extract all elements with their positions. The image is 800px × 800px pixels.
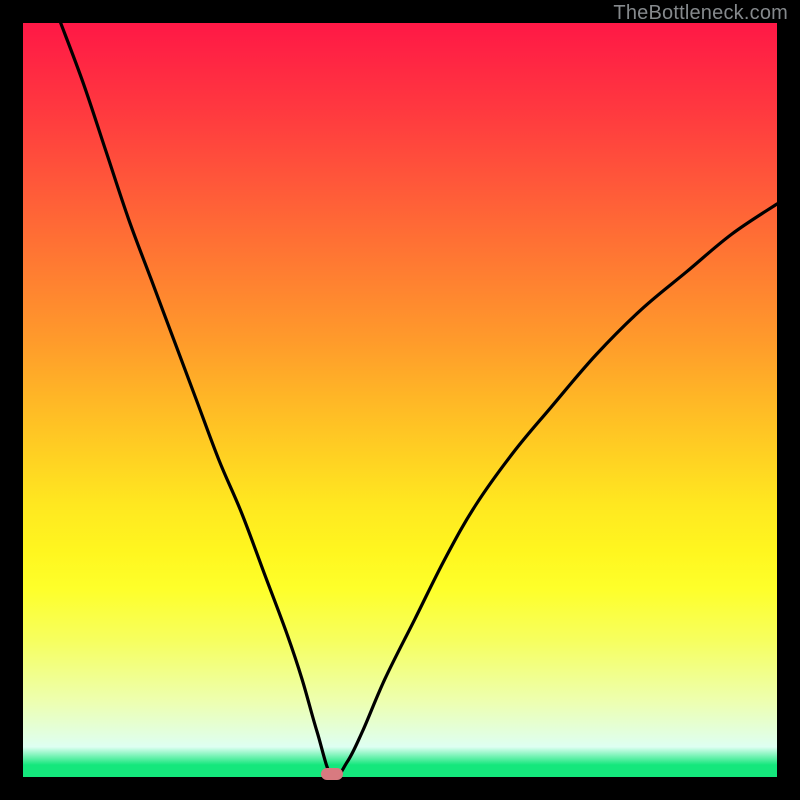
watermark-text: TheBottleneck.com: [613, 2, 788, 25]
plot-area: [23, 23, 777, 777]
minimum-marker: [321, 768, 343, 780]
bottleneck-curve: [23, 23, 777, 777]
chart-frame: TheBottleneck.com: [0, 0, 800, 800]
